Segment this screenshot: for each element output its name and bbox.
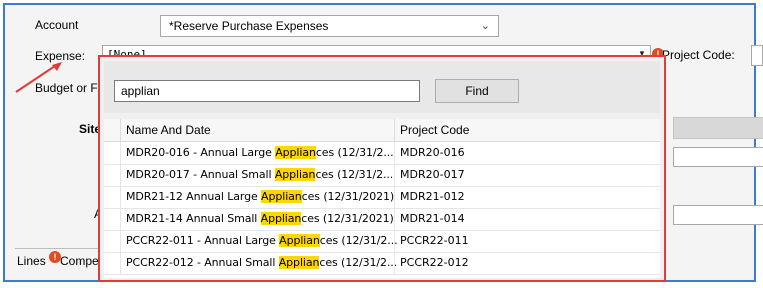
row-selector[interactable] (104, 208, 121, 230)
cell-name-and-date: MDR21-12 Annual Large Appliances (12/31/… (126, 190, 394, 203)
row-selector[interactable] (104, 252, 121, 274)
cell-name-and-date: PCCR22-011 - Annual Large Appliances (12… (126, 234, 398, 247)
search-highlight: Applian (261, 190, 302, 203)
search-highlight: Applian (279, 234, 320, 247)
cell-text: ces (12/31/2... (319, 256, 398, 269)
cell-text: PCCR22-011 - Annual Large (126, 234, 280, 247)
find-button[interactable]: Find (435, 79, 519, 103)
cell-text: PCCR22-012 - Annual Small (126, 256, 279, 269)
cell-text: ces (12/31/2... (315, 168, 394, 181)
cell-project-code: MDR20-016 (400, 146, 465, 159)
table-row[interactable]: MDR20-017 - Annual Small Appliances (12/… (104, 164, 660, 187)
cell-text: MDR20-016 - Annual Large (126, 146, 276, 159)
chevron-down-icon[interactable]: ⌄ (481, 19, 490, 32)
row-selector[interactable] (104, 230, 121, 252)
red-arrow-annotation (15, 62, 62, 93)
search-input[interactable]: applian (114, 80, 420, 102)
background-header-row (673, 117, 763, 139)
search-highlight: Applian (275, 146, 316, 159)
cell-project-code: MDR20-017 (400, 168, 465, 181)
account-label: Account (35, 18, 79, 32)
table-row[interactable]: MDR21-14 Annual Small Appliances (12/31/… (104, 208, 660, 231)
grid-header: Name And Date Project Code (104, 119, 660, 142)
column-header-project-code[interactable]: Project Code (400, 123, 469, 137)
background-input-2[interactable] (673, 205, 763, 225)
table-row[interactable]: PCCR22-012 - Annual Small Appliances (12… (104, 252, 660, 275)
cell-text: ces (12/31/2... (319, 234, 398, 247)
cell-text: ces (12/31/2021) (301, 190, 395, 203)
search-highlight: Applian (278, 256, 320, 269)
row-selector[interactable] (104, 142, 121, 164)
cell-name-and-date: MDR20-017 - Annual Small Appliances (12/… (126, 168, 393, 181)
project-code-input[interactable] (751, 45, 763, 66)
tab-lines[interactable]: Lines (17, 254, 46, 268)
lookup-popup: applian Find Name And Date Project Code … (98, 55, 666, 282)
cell-text: ces (12/31/2021) (301, 212, 394, 225)
table-row[interactable]: PCCR22-011 - Annual Large Appliances (12… (104, 230, 660, 253)
background-input-1[interactable] (673, 147, 763, 167)
cell-name-and-date: MDR21-14 Annual Small Appliances (12/31/… (126, 212, 394, 225)
account-value: *Reserve Purchase Expenses (169, 19, 329, 33)
account-select[interactable]: *Reserve Purchase Expenses ⌄ (160, 15, 499, 37)
row-selector-header (104, 119, 121, 141)
table-row[interactable]: MDR21-12 Annual Large Appliances (12/31/… (104, 186, 660, 209)
cell-project-code: PCCR22-012 (400, 256, 469, 269)
search-highlight: Applian (260, 212, 302, 225)
tab-compe[interactable]: Compe (60, 254, 99, 268)
cell-project-code: MDR21-012 (400, 190, 465, 203)
cell-project-code: MDR21-014 (400, 212, 465, 225)
cell-text: ces (12/31/2... (315, 146, 394, 159)
search-highlight: Applian (274, 168, 316, 181)
cell-text: MDR20-017 - Annual Small (126, 168, 275, 181)
cell-project-code: PCCR22-011 (400, 234, 469, 247)
row-selector[interactable] (104, 164, 121, 186)
cell-name-and-date: PCCR22-012 - Annual Small Appliances (12… (126, 256, 397, 269)
project-code-label: Project Code: (662, 48, 735, 62)
column-header-name-and-date[interactable]: Name And Date (126, 123, 211, 137)
search-area: applian Find (104, 61, 660, 113)
results-grid: Name And Date Project Code MDR20-016 - A… (104, 119, 660, 278)
cell-text: MDR21-14 Annual Small (126, 212, 261, 225)
table-row[interactable]: MDR20-016 - Annual Large Appliances (12/… (104, 142, 660, 165)
row-selector[interactable] (104, 186, 121, 208)
cell-text: MDR21-12 Annual Large (126, 190, 262, 203)
cell-name-and-date: MDR20-016 - Annual Large Appliances (12/… (126, 146, 394, 159)
